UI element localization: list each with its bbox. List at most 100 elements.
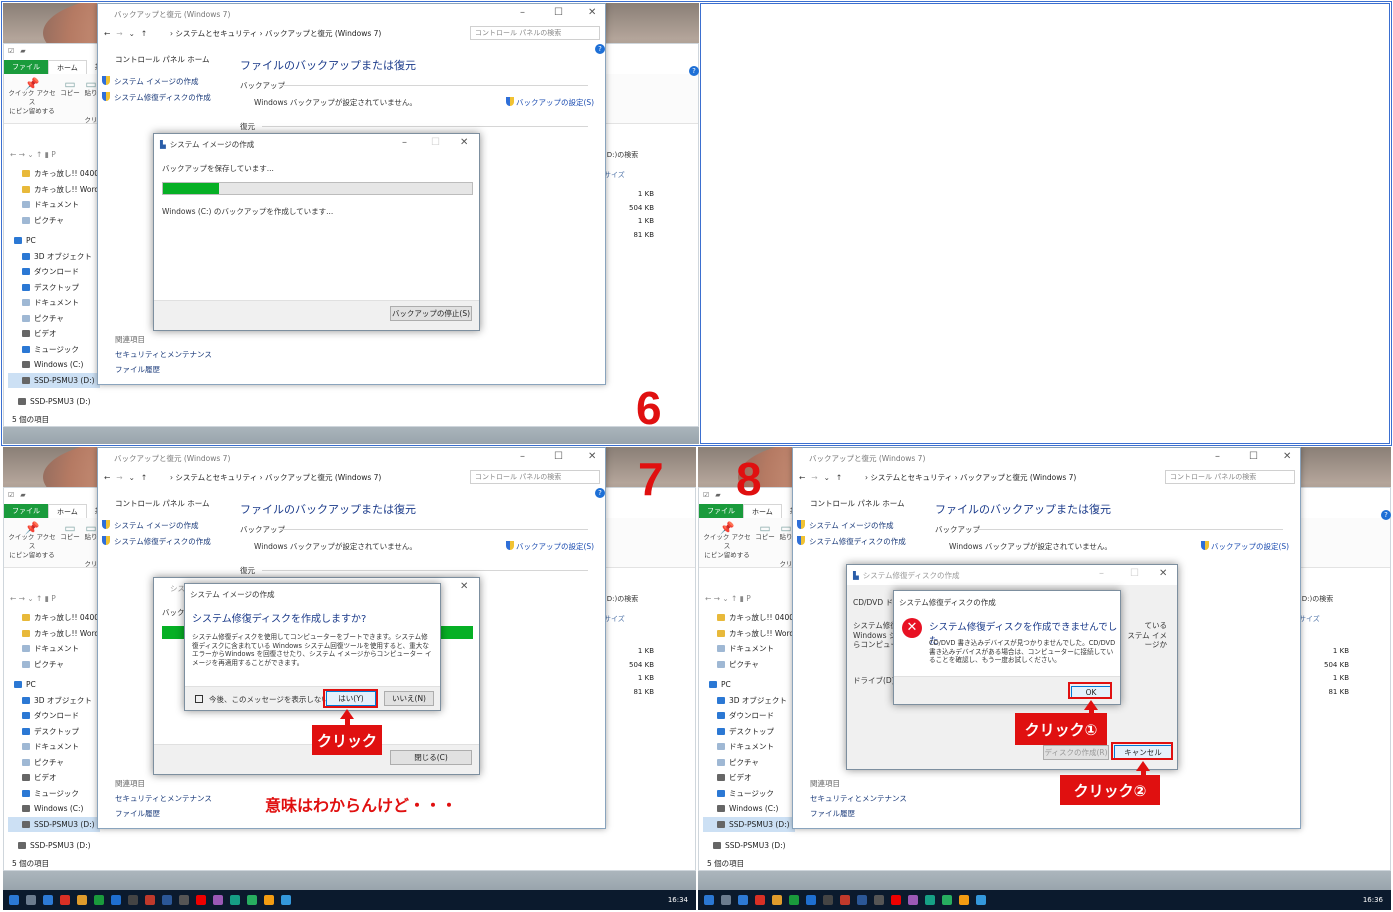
amazon-icon[interactable] xyxy=(128,895,138,905)
nav-item-selected[interactable]: SSD-PSMU3 (D:) xyxy=(703,816,795,832)
nav-item[interactable]: ビデオ xyxy=(8,770,100,786)
nav-item[interactable]: カキっ放し!! 0400～0 xyxy=(8,610,100,626)
paste-button[interactable]: ▭ 貼り xyxy=(779,522,793,542)
line-icon[interactable] xyxy=(942,895,952,905)
column-size[interactable]: サイズ xyxy=(604,614,625,624)
paste-button[interactable]: ▭ 貼り xyxy=(84,78,98,98)
ribbon-tab-home[interactable]: ホーム xyxy=(48,504,87,518)
nav-item[interactable]: PC xyxy=(8,677,100,693)
paste-button[interactable]: ▭ 貼り xyxy=(84,522,98,542)
nav-item[interactable]: ピクチャ xyxy=(703,755,795,771)
nav-arrows[interactable]: ← → ⌄ ↑ ▮ P xyxy=(10,594,56,603)
nav-item[interactable]: ダウンロード xyxy=(8,264,100,280)
close-button[interactable]: 閉じる(C) xyxy=(390,750,472,765)
help-icon[interactable]: ? xyxy=(595,488,605,498)
copy-button[interactable]: ▭ コピー xyxy=(755,522,775,542)
search-input[interactable]: コントロール パネルの検索 xyxy=(1165,470,1295,484)
explorer-search[interactable]: (D:)の検索 xyxy=(1299,594,1333,604)
chrome-icon[interactable] xyxy=(755,895,765,905)
app-icon[interactable] xyxy=(281,895,291,905)
column-size[interactable]: サイズ xyxy=(1299,614,1320,624)
file-history-link[interactable]: ファイル履歴 xyxy=(810,808,855,819)
nav-item[interactable]: 3D オブジェクト xyxy=(703,693,795,709)
app-icon[interactable] xyxy=(213,895,223,905)
file-history-link[interactable]: ファイル履歴 xyxy=(115,808,160,819)
nav-item[interactable]: ドキュメント xyxy=(8,641,100,657)
copy-button[interactable]: ▭ コピー xyxy=(60,522,80,542)
clock[interactable]: 16:34 xyxy=(668,896,688,904)
nav-item[interactable]: ビデオ xyxy=(8,326,100,342)
nav-item[interactable]: カキっ放し!! Word フ xyxy=(8,182,100,198)
close-icon[interactable]: ✕ xyxy=(1283,451,1291,462)
app-icon[interactable] xyxy=(179,895,189,905)
nav-item[interactable]: デスクトップ xyxy=(8,280,100,296)
nav-item[interactable]: PC xyxy=(8,233,100,249)
help-icon[interactable]: ? xyxy=(595,44,605,54)
copy-button[interactable]: ▭ コピー xyxy=(60,78,80,98)
start-icon[interactable] xyxy=(704,895,714,905)
address-bar[interactable]: › システムとセキュリティ › バックアップと復元 (Windows 7) xyxy=(166,26,456,40)
explorer-icon[interactable] xyxy=(721,895,731,905)
ribbon-tab-home[interactable]: ホーム xyxy=(48,60,87,74)
search-input[interactable]: コントロール パネルの検索 xyxy=(470,470,600,484)
start-icon[interactable] xyxy=(9,895,19,905)
maximize-icon[interactable]: ☐ xyxy=(554,451,563,462)
nav-item[interactable]: デスクトップ xyxy=(703,724,795,740)
sidebar-repair-disc[interactable]: システム修復ディスクの作成 xyxy=(102,92,211,103)
nav-item[interactable]: ピクチャ xyxy=(703,657,795,673)
app-icon[interactable] xyxy=(908,895,918,905)
nav-item[interactable]: ドキュメント xyxy=(8,197,100,213)
amazon-icon[interactable] xyxy=(823,895,833,905)
stop-backup-button[interactable]: バックアップの停止(S) xyxy=(390,306,472,321)
app-icon[interactable] xyxy=(976,895,986,905)
nav-item[interactable]: カキっ放し!! Word フ xyxy=(703,626,795,642)
quick-access-button[interactable]: 📌 クイック アクセス にピン留めする xyxy=(6,522,58,560)
close-icon[interactable]: ✕ xyxy=(460,137,468,148)
nav-item[interactable]: カキっ放し!! Word フ xyxy=(8,626,100,642)
search-input[interactable]: コントロール パネルの検索 xyxy=(470,26,600,40)
nav-buttons[interactable]: ← → ⌄ ↑ xyxy=(104,26,147,40)
clock[interactable]: 16:36 xyxy=(1363,896,1383,904)
nav-arrows[interactable]: ← → ⌄ ↑ ▮ P xyxy=(705,594,751,603)
word-icon[interactable] xyxy=(162,895,172,905)
backup-settings-link[interactable]: バックアップの設定(S) xyxy=(506,541,594,552)
nav-item[interactable]: 3D オブジェクト xyxy=(8,693,100,709)
sidebar-system-image[interactable]: システム イメージの作成 xyxy=(102,76,199,87)
nav-item[interactable]: PC xyxy=(703,677,795,693)
sidebar-system-image[interactable]: システム イメージの作成 xyxy=(797,520,894,531)
backup-settings-link[interactable]: バックアップの設定(S) xyxy=(1201,541,1289,552)
address-bar[interactable]: › システムとセキュリティ › バックアップと復元 (Windows 7) xyxy=(861,470,1151,484)
sidebar-home[interactable]: コントロール パネル ホーム xyxy=(115,498,210,509)
backup-settings-link[interactable]: バックアップの設定(S) xyxy=(506,97,594,108)
edge-icon[interactable] xyxy=(43,895,53,905)
nav-item[interactable]: ミュージック xyxy=(703,786,795,802)
nav-item[interactable]: SSD-PSMU3 (D:) xyxy=(8,394,100,410)
minimize-icon[interactable]: – xyxy=(520,451,525,462)
security-link[interactable]: セキュリティとメンテナンス xyxy=(810,793,907,804)
nav-item[interactable]: ピクチャ xyxy=(8,213,100,229)
word-icon[interactable] xyxy=(857,895,867,905)
app-icon[interactable] xyxy=(874,895,884,905)
powerpoint-icon[interactable] xyxy=(840,895,850,905)
nav-item[interactable]: ダウンロード xyxy=(8,708,100,724)
nav-item[interactable]: デスクトップ xyxy=(8,724,100,740)
security-link[interactable]: セキュリティとメンテナンス xyxy=(115,793,212,804)
close-icon[interactable]: ✕ xyxy=(588,451,596,462)
nav-buttons[interactable]: ← → ⌄ ↑ xyxy=(104,470,147,484)
nav-item[interactable]: ミュージック xyxy=(8,786,100,802)
nav-item[interactable]: カキっ放し!! 0400～0 xyxy=(8,166,100,182)
dont-show-checkbox[interactable]: 今後、このメッセージを表示しない xyxy=(195,694,329,705)
close-icon[interactable]: ✕ xyxy=(588,7,596,18)
nav-item-selected[interactable]: SSD-PSMU3 (D:) xyxy=(8,372,100,388)
close-icon[interactable]: ✕ xyxy=(1159,568,1167,579)
explorer-icon[interactable] xyxy=(26,895,36,905)
address-bar[interactable]: › システムとセキュリティ › バックアップと復元 (Windows 7) xyxy=(166,470,456,484)
outlook-icon[interactable] xyxy=(111,895,121,905)
security-link[interactable]: セキュリティとメンテナンス xyxy=(115,349,212,360)
column-size[interactable]: サイズ xyxy=(604,170,625,180)
nav-item[interactable]: ミュージック xyxy=(8,342,100,358)
sidebar-home[interactable]: コントロール パネル ホーム xyxy=(810,498,905,509)
help-icon[interactable]: ? xyxy=(689,66,699,76)
maximize-icon[interactable]: ☐ xyxy=(1249,451,1258,462)
quick-access-button[interactable]: 📌 クイック アクセス にピン留めする xyxy=(6,78,58,116)
